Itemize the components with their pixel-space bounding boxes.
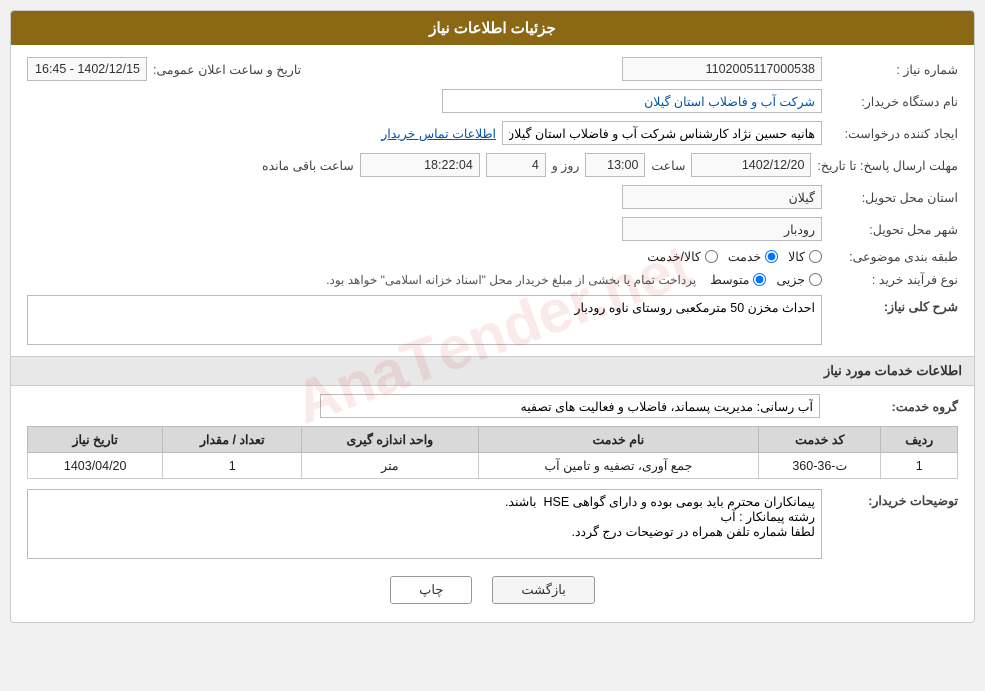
radio-kala-khadamat-label[interactable]: کالا/خدمت bbox=[647, 249, 718, 264]
saat-input[interactable] bbox=[585, 153, 645, 177]
sharh-row: شرح کلی نیاز: bbox=[27, 295, 958, 348]
radio-mottaset-text: متوسط bbox=[710, 272, 749, 287]
nam-dastgah-row: نام دستگاه خریدار: bbox=[27, 89, 958, 113]
page-title: جزئیات اطلاعات نیاز bbox=[11, 11, 974, 45]
radio-kala[interactable] bbox=[809, 250, 822, 263]
radio-khadamat-text: خدمت bbox=[728, 249, 761, 264]
radio-khadamat[interactable] bbox=[765, 250, 778, 263]
radio-jozei-text: جزیی bbox=[776, 272, 805, 287]
service-table: ردیف کد خدمت نام خدمت واحد اندازه گیری ت… bbox=[27, 426, 958, 479]
nam-dastgah-label: نام دستگاه خریدار: bbox=[828, 94, 958, 109]
table-row: 1ت-36-360جمع آوری، تصفیه و تامین آبمتر11… bbox=[28, 453, 958, 479]
tarikh-elaan-label: تاریخ و ساعت اعلان عمومی: bbox=[153, 62, 301, 77]
shomara-niaz-label: شماره نیاز : bbox=[828, 62, 958, 77]
tabaqa-row: طبقه بندی موضوعی: کالا خدمت کالا/خدمت bbox=[27, 249, 958, 264]
cell-tarikh_niaz: 1403/04/20 bbox=[28, 453, 163, 479]
cell-nam_khadamat: جمع آوری، تصفیه و تامین آب bbox=[478, 453, 759, 479]
cell-vahed: متر bbox=[302, 453, 478, 479]
page-container: جزئیات اطلاعات نیاز AnaТender.net شماره … bbox=[0, 0, 985, 691]
saat-label: ساعت bbox=[651, 158, 685, 173]
col-tedad: تعداد / مقدار bbox=[163, 427, 302, 453]
radio-mottaset[interactable] bbox=[753, 273, 766, 286]
col-tarikh: تاریخ نیاز bbox=[28, 427, 163, 453]
group-service-row: گروه خدمت: bbox=[27, 394, 958, 418]
radio-jozei-label[interactable]: جزیی bbox=[776, 272, 822, 287]
cell-radif: 1 bbox=[881, 453, 958, 479]
shahr-row: شهر محل تحویل: bbox=[27, 217, 958, 241]
radio-kala-khadamat-text: کالا/خدمت bbox=[647, 249, 701, 264]
ijad-konande-input[interactable] bbox=[502, 121, 822, 145]
ijad-konande-label: ایجاد کننده درخواست: bbox=[828, 126, 958, 141]
etelaat-tamas-link[interactable]: اطلاعات تماس خریدار bbox=[381, 126, 496, 141]
back-button[interactable]: بازگشت bbox=[492, 576, 594, 604]
toseeh-label: توضیحات خریدار: bbox=[828, 493, 958, 508]
saat-mande-input[interactable] bbox=[360, 153, 480, 177]
main-card: جزئیات اطلاعات نیاز AnaТender.net شماره … bbox=[10, 10, 975, 623]
roz-label: روز و bbox=[552, 158, 580, 173]
tarikh-elaan-input[interactable] bbox=[27, 57, 147, 81]
shomara-niaz-row: شماره نیاز : تاریخ و ساعت اعلان عمومی: bbox=[27, 57, 958, 81]
radio-khadamat-label[interactable]: خدمت bbox=[728, 249, 778, 264]
ijad-konande-row: ایجاد کننده درخواست: اطلاعات تماس خریدار bbox=[27, 121, 958, 145]
shahr-input[interactable] bbox=[622, 217, 822, 241]
print-button[interactable]: چاپ bbox=[390, 576, 472, 604]
toseeh-row: توضیحات خریدار: bbox=[27, 489, 958, 562]
content-area: AnaТender.net شماره نیاز : تاریخ و ساعت … bbox=[11, 45, 974, 622]
tabaqa-label: طبقه بندی موضوعی: bbox=[828, 249, 958, 264]
shahr-label: شهر محل تحویل: bbox=[828, 222, 958, 237]
tarikh-pasokh-input[interactable] bbox=[691, 153, 811, 177]
col-nam: نام خدمت bbox=[478, 427, 759, 453]
radio-kala-label[interactable]: کالا bbox=[788, 249, 822, 264]
shomara-niaz-input[interactable] bbox=[622, 57, 822, 81]
farayand-note: پرداخت تمام یا بخشی از مبلغ خریدار محل "… bbox=[326, 273, 696, 287]
ostan-label: استان محل تحویل: bbox=[828, 190, 958, 205]
radio-jozei[interactable] bbox=[809, 273, 822, 286]
col-radif: ردیف bbox=[881, 427, 958, 453]
radio-kala-text: کالا bbox=[788, 249, 805, 264]
farayand-row: نوع فرآیند خرید : جزیی متوسط پرداخت تمام… bbox=[27, 272, 958, 287]
sharh-niaz-section-label: شرح کلی نیاز: bbox=[828, 299, 958, 314]
mohlat-row: مهلت ارسال پاسخ: تا تاریخ: ساعت روز و سا… bbox=[27, 153, 958, 177]
ostan-input[interactable] bbox=[622, 185, 822, 209]
roz-input[interactable] bbox=[486, 153, 546, 177]
ostan-row: استان محل تحویل: bbox=[27, 185, 958, 209]
col-vahed: واحد اندازه گیری bbox=[302, 427, 478, 453]
col-kod: کد خدمت bbox=[759, 427, 881, 453]
sharh-niaz-textarea[interactable] bbox=[27, 295, 822, 345]
group-service-label: گروه خدمت: bbox=[828, 399, 958, 414]
buttons-row: بازگشت چاپ bbox=[27, 576, 958, 604]
nam-dastgah-input[interactable] bbox=[442, 89, 822, 113]
farayand-radio-group: جزیی متوسط bbox=[710, 272, 822, 287]
service-info-header: اطلاعات خدمات مورد نیاز bbox=[11, 356, 974, 386]
group-service-input[interactable] bbox=[320, 394, 820, 418]
toseeh-textarea[interactable] bbox=[27, 489, 822, 559]
radio-mottaset-label[interactable]: متوسط bbox=[710, 272, 766, 287]
saat-mande-label: ساعت باقی مانده bbox=[262, 158, 354, 173]
cell-kod_khadamat: ت-36-360 bbox=[759, 453, 881, 479]
tabaqa-radio-group: کالا خدمت کالا/خدمت bbox=[647, 249, 822, 264]
farayand-label: نوع فرآیند خرید : bbox=[828, 272, 958, 287]
radio-kala-khadamat[interactable] bbox=[705, 250, 718, 263]
cell-tedad: 1 bbox=[163, 453, 302, 479]
mohlat-label: مهلت ارسال پاسخ: تا تاریخ: bbox=[817, 158, 958, 173]
